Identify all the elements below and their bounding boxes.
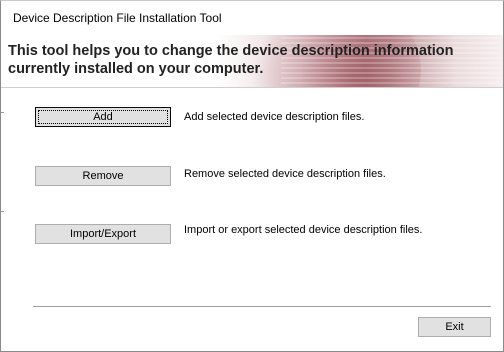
add-button-label: Add (93, 111, 113, 123)
title-bar: Device Description File Installation Too… (1, 1, 503, 35)
import-export-button[interactable]: Import/Export (35, 224, 171, 244)
banner-description: This tool helps you to change the device… (8, 43, 454, 77)
remove-description: Remove selected device description files… (184, 168, 386, 180)
edge-mark (1, 211, 4, 212)
exit-button[interactable]: Exit (418, 317, 491, 337)
window-title: Device Description File Installation Too… (13, 11, 222, 25)
add-description: Add selected device description files. (184, 111, 365, 123)
remove-button[interactable]: Remove (35, 166, 171, 186)
exit-button-label: Exit (445, 321, 464, 333)
import-export-description: Import or export selected device descrip… (184, 224, 423, 236)
footer-divider (33, 306, 491, 308)
import-export-button-label: Import/Export (69, 228, 137, 240)
add-button[interactable]: Add (35, 107, 171, 127)
edge-mark (1, 112, 4, 113)
installation-tool-window: Device Description File Installation Too… (0, 0, 504, 352)
remove-button-label: Remove (82, 170, 124, 182)
actions-panel (1, 88, 503, 351)
header-banner: This tool helps you to change the device… (1, 35, 503, 88)
